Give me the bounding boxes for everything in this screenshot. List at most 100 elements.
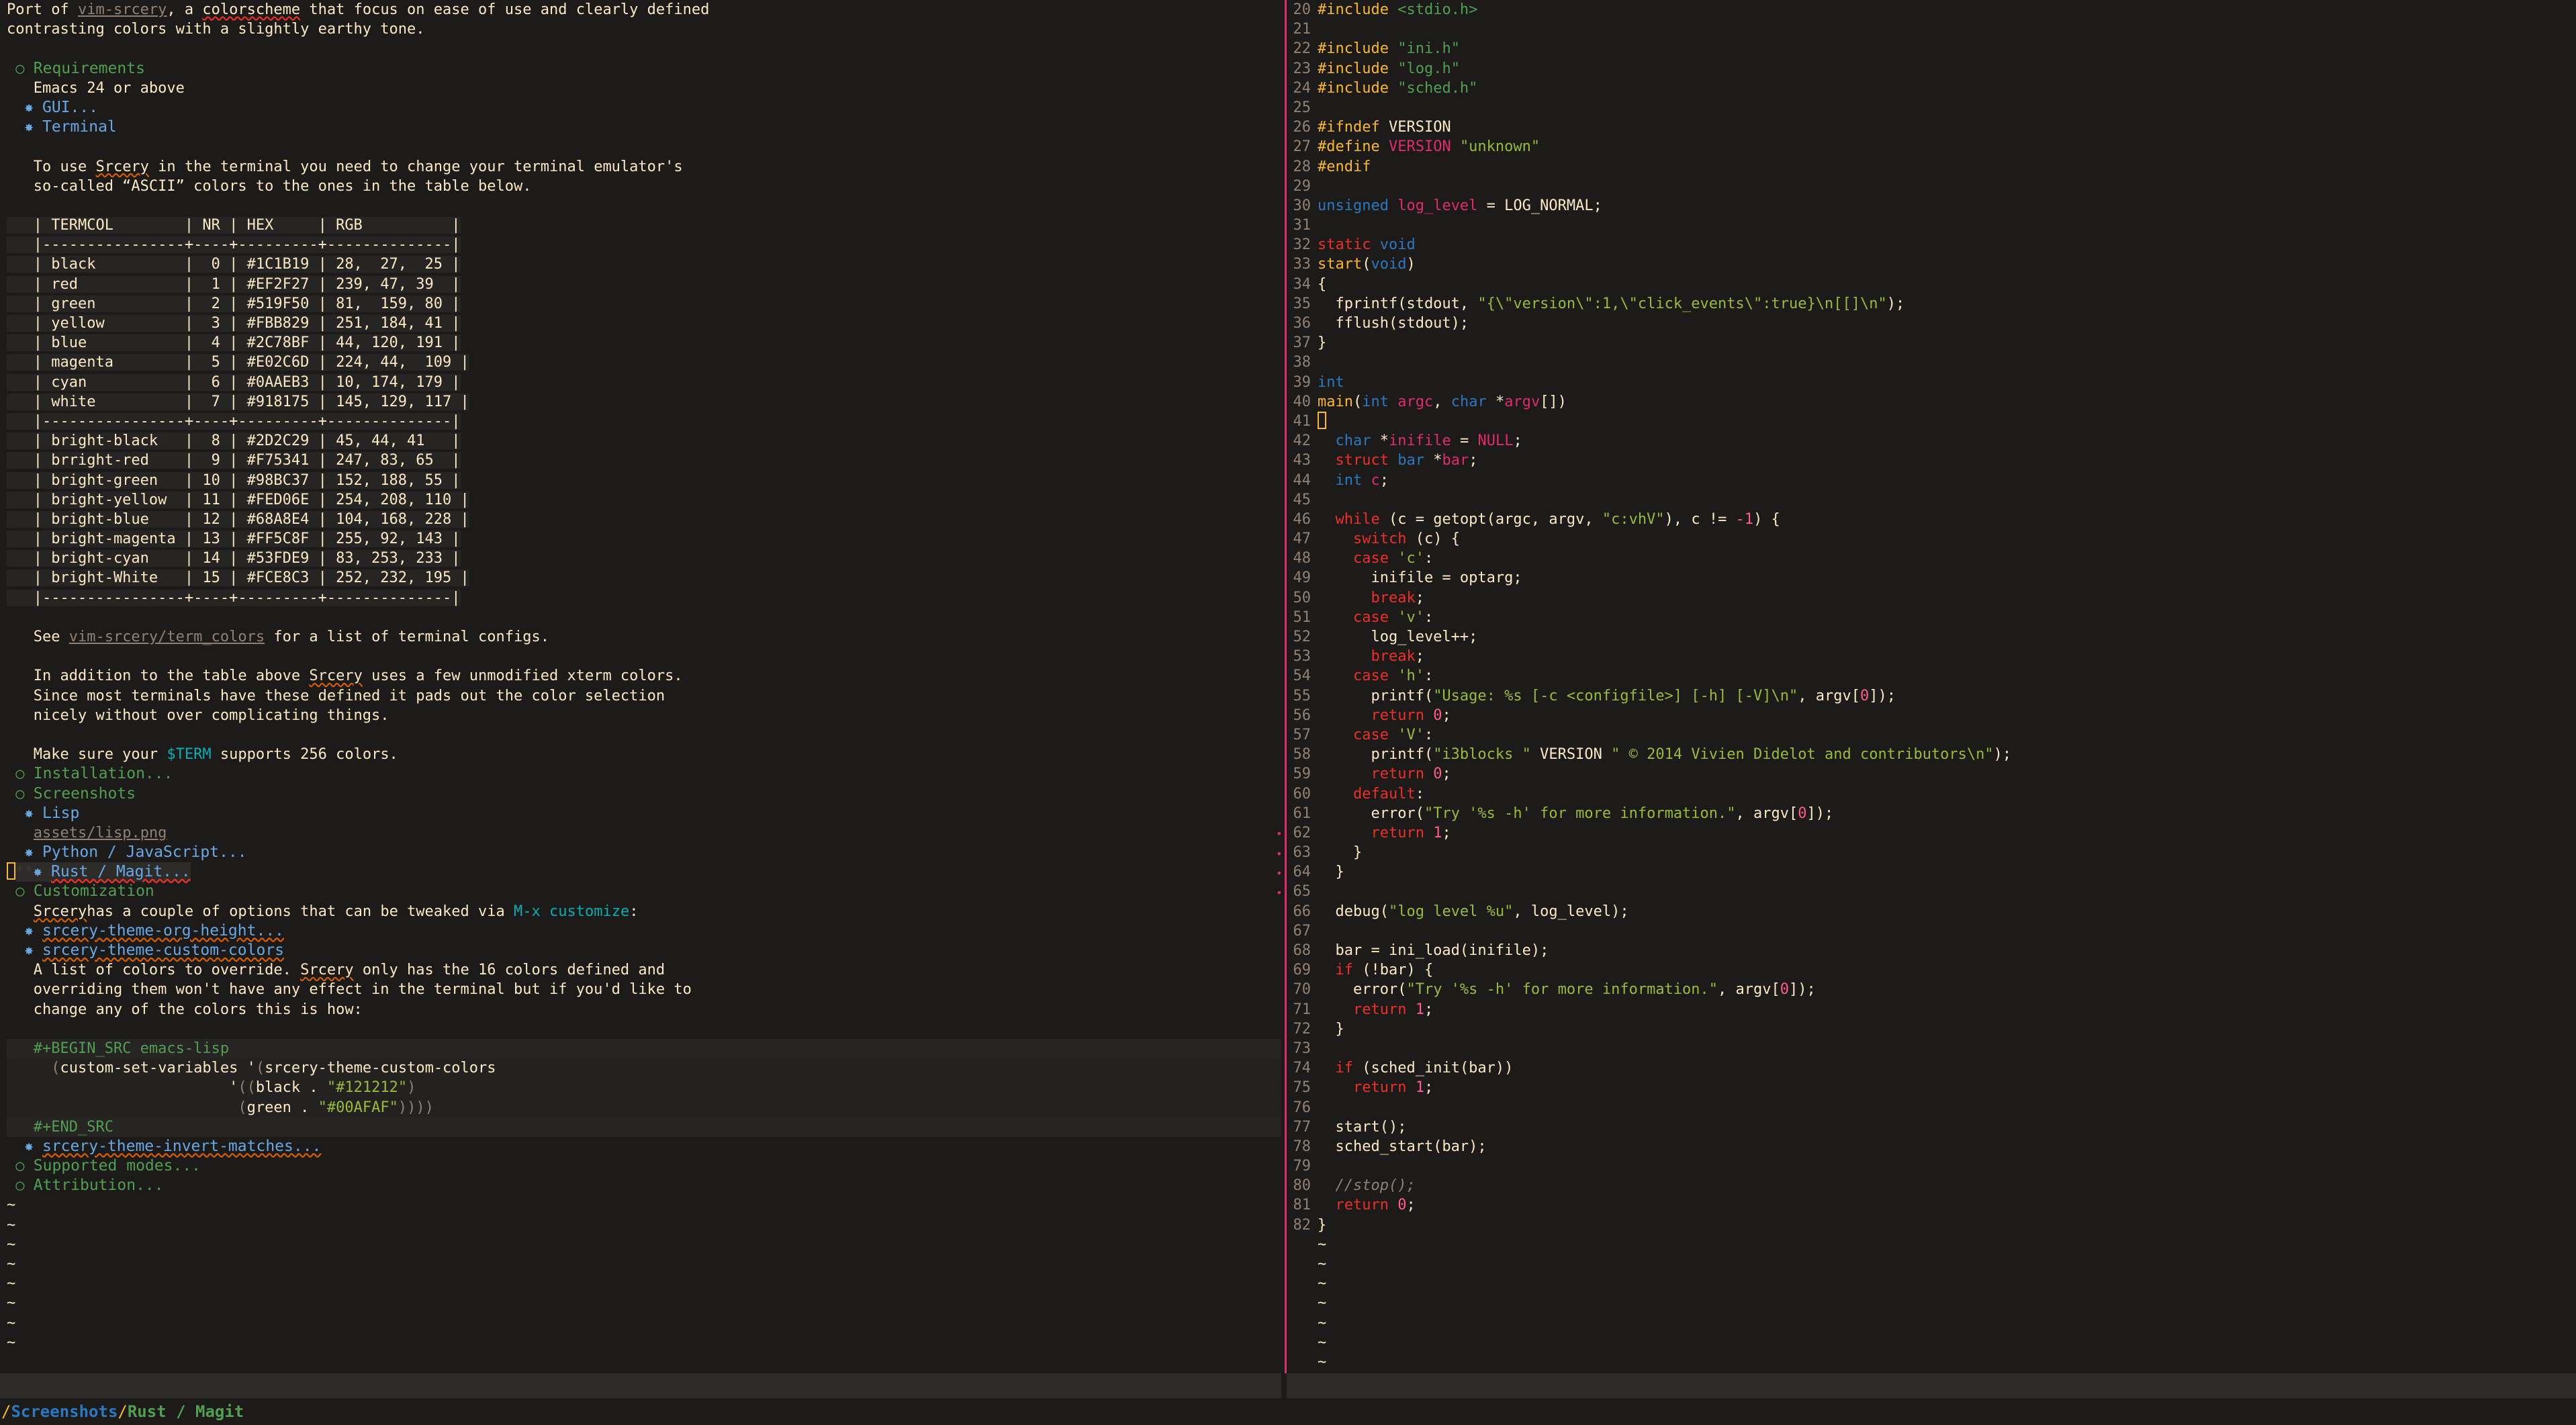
- heading-bullet-icon: ○: [7, 766, 34, 783]
- line-number: 60: [1293, 785, 1312, 802]
- fringe-marker-icon: •: [1276, 866, 1283, 880]
- code-token: int: [1362, 393, 1389, 410]
- code-token: 'c': [1397, 550, 1424, 567]
- code-token: while: [1335, 510, 1380, 528]
- code-line: 82}: [1287, 1215, 2576, 1235]
- table-row: | brright-red | 9 | #F75341 | 247, 83, 6…: [7, 451, 1281, 470]
- table-row: |----------------+----+---------+-------…: [7, 412, 1281, 431]
- org-buffer[interactable]: Port of vim-srcery, a colorscheme that f…: [0, 0, 1281, 1373]
- text-run: has a couple of options that can be twea…: [87, 903, 514, 920]
- line-number: 80: [1293, 1177, 1312, 1195]
- line-number: 34: [1293, 275, 1312, 293]
- customization-invert: ✸ srcery-theme-invert-matches...: [7, 1137, 1281, 1156]
- table-row: | bright-magenta | 13 | #FF5C8F | 255, 9…: [7, 529, 1281, 549]
- heading-customization: ○ Customization: [7, 882, 1281, 901]
- code-token: return: [1371, 766, 1424, 783]
- table-row-text: | bright-cyan | 14 | #53FDE9 | 83, 253, …: [7, 550, 461, 567]
- code-line: 57 case 'V':: [1287, 725, 2576, 745]
- code-token: 'v': [1397, 608, 1424, 626]
- code-token: }: [1318, 334, 1327, 352]
- terminal-note-line: To use Srcery in the terminal you need t…: [7, 157, 1281, 177]
- code-token: unsigned: [1318, 197, 1389, 214]
- code-token: (c) {: [1406, 531, 1460, 548]
- code-token: 0: [1433, 706, 1442, 724]
- code-token: :: [1424, 726, 1434, 743]
- misspelled-word: Srcery: [95, 158, 149, 175]
- heading-bullet-icon: ✸: [7, 99, 42, 116]
- empty-line-marker: ~: [1287, 1274, 2576, 1293]
- window-main-c[interactable]: 20 #include <stdio.h> 21 22 #include "ini.h"…: [1287, 0, 2576, 1425]
- code-line: 58 printf("i3blocks " VERSION " © 2014 V…: [1287, 745, 2576, 764]
- code-line: 76: [1287, 1098, 2576, 1117]
- code-line: 21: [1287, 19, 2576, 39]
- code-token: ;: [1442, 706, 1451, 724]
- table-row-text: | bright-black | 8 | #2D2C29 | 45, 44, 4…: [7, 432, 461, 450]
- code-token: ;: [1415, 589, 1424, 606]
- line-number: 27: [1293, 138, 1312, 156]
- code-token: , argv[: [1735, 805, 1798, 822]
- code-token: VERSION: [1388, 138, 1451, 156]
- table-row-text: |----------------+----+---------+-------…: [7, 589, 461, 606]
- text-run: [7, 1099, 34, 1116]
- table-row-text: | green | 2 | #519F50 | 81, 159, 80 |: [7, 295, 461, 312]
- src-token: ': [229, 1079, 238, 1097]
- src-token: custom-set-variables: [60, 1060, 247, 1077]
- echo-segment: Screenshots: [11, 1402, 118, 1421]
- line-number: 46: [1293, 510, 1312, 528]
- code-line: 27 #define VERSION "unknown": [1287, 137, 2576, 156]
- selected-heading-line[interactable]: **✸ Rust / Magit...: [15, 862, 191, 882]
- code-line: 49 inifile = optarg;: [1287, 568, 2576, 588]
- empty-line-marker: ~: [1287, 1254, 2576, 1274]
- tilde-glyph: ~: [7, 1256, 16, 1273]
- table-row-text: | yellow | 3 | #FBB829 | 251, 184, 41 |: [7, 315, 461, 332]
- code-token: VERSION: [1379, 119, 1451, 136]
- customization-desc-line: change any of the colors this is how:: [7, 1000, 1281, 1019]
- line-number: 32: [1293, 236, 1312, 254]
- misspelled-word: Srcery: [300, 962, 354, 979]
- src-token: (: [51, 1060, 60, 1077]
- table-row-text: | TERMCOL | NR | HEX | RGB |: [7, 217, 461, 234]
- window-readme-org[interactable]: Port of vim-srcery, a colorscheme that f…: [0, 0, 1281, 1425]
- code-token: debug(: [1318, 903, 1389, 920]
- table-row: | bright-blue | 12 | #68A8E4 | 104, 168,…: [7, 510, 1281, 529]
- screenshot-item-0: ✸ Lisp: [7, 804, 1281, 823]
- line-number: 61: [1293, 805, 1312, 822]
- line-number: 58: [1293, 746, 1312, 764]
- src-body-line-2: (green . "#00AFAF")))): [7, 1097, 1281, 1117]
- empty-line-marker: ~: [7, 1215, 1281, 1235]
- code-line: 70 error("Try '%s -h' for more informati…: [1287, 980, 2576, 999]
- c-buffer[interactable]: 20 #include <stdio.h> 21 22 #include "ini.h"…: [1287, 0, 2576, 1373]
- code-token: bar: [1397, 452, 1424, 469]
- src-token: ): [407, 1079, 416, 1097]
- see-line: See vim-srcery/term_colors for a list of…: [7, 627, 1281, 647]
- heading-text: srcery-theme-org-height...: [42, 921, 285, 939]
- line-number: 45: [1293, 491, 1312, 508]
- code-token: c: [1371, 471, 1380, 489]
- line-number: 25: [1293, 99, 1312, 116]
- src-token: ((: [238, 1079, 256, 1097]
- heading-bullet-icon: ○: [7, 1177, 34, 1195]
- line-number: 57: [1293, 726, 1312, 743]
- code-token: (: [1352, 393, 1363, 410]
- xterm-note-line: nicely without over complicating things.: [7, 706, 1281, 725]
- echo-segment: /: [1, 1402, 11, 1421]
- heading-text: Rust / Magit...: [51, 863, 191, 881]
- table-row: | bright-yellow | 11 | #FED06E | 254, 20…: [7, 490, 1281, 510]
- code-line: 64 }: [1287, 862, 2576, 882]
- empty-line-marker: ~: [7, 1274, 1281, 1293]
- line-number: 67: [1293, 922, 1312, 939]
- line-number: 55: [1293, 687, 1312, 704]
- code-token: ;: [1379, 471, 1389, 489]
- code-token: :: [1424, 550, 1434, 567]
